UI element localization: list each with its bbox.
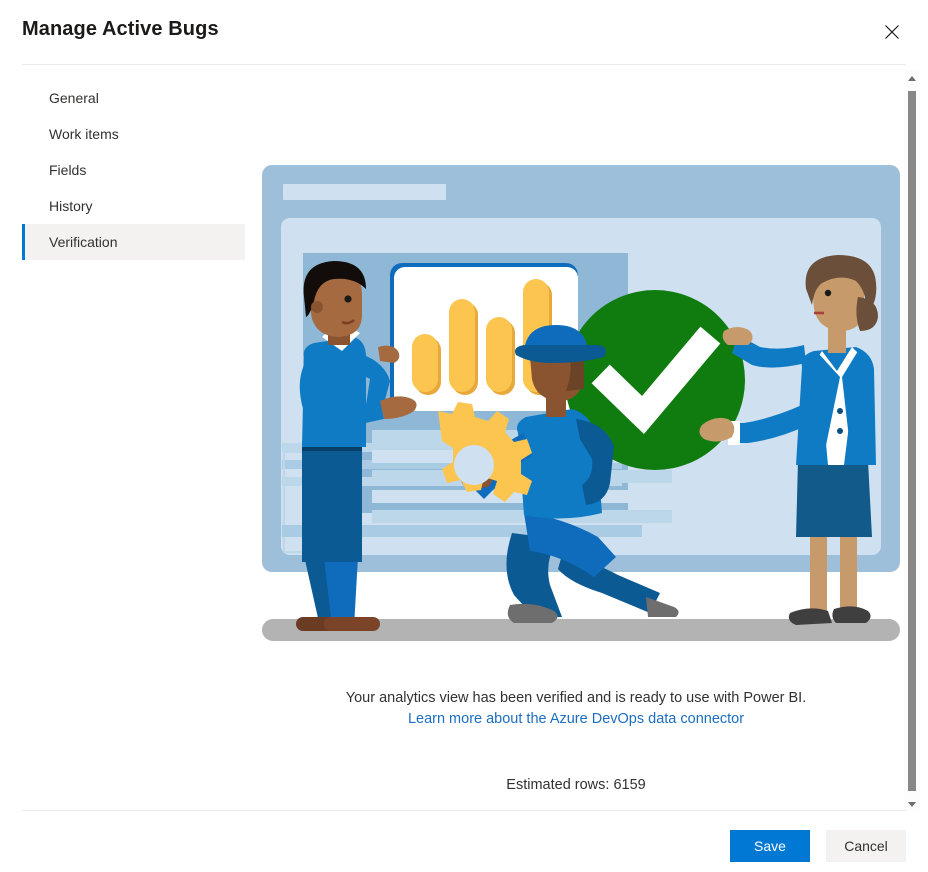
sidebar-item-work-items[interactable]: Work items <box>22 116 245 152</box>
manage-active-bugs-dialog: Manage Active Bugs General Work items Fi… <box>0 0 928 872</box>
sidebar-item-label: Verification <box>49 234 118 250</box>
sidebar-item-history[interactable]: History <box>22 188 245 224</box>
scrollbar-thumb[interactable] <box>908 91 916 791</box>
verification-status-text: Your analytics view has been verified an… <box>266 688 886 730</box>
dialog-header: Manage Active Bugs <box>0 0 928 65</box>
save-button[interactable]: Save <box>730 830 810 862</box>
dialog-sidebar-nav: General Work items Fields History Verifi… <box>0 80 246 260</box>
chevron-up-icon <box>908 75 916 81</box>
close-button[interactable] <box>870 10 914 54</box>
sidebar-item-label: General <box>49 90 99 106</box>
sidebar-item-verification[interactable]: Verification <box>22 224 245 260</box>
chevron-down-icon <box>908 801 916 807</box>
status-message: Your analytics view has been verified an… <box>345 690 807 706</box>
close-icon <box>885 25 899 39</box>
scroll-up-button[interactable] <box>904 70 920 86</box>
sidebar-item-general[interactable]: General <box>22 80 245 116</box>
sidebar-item-fields[interactable]: Fields <box>22 152 245 188</box>
sidebar-item-label: Work items <box>49 126 119 142</box>
sidebar-item-label: Fields <box>49 162 87 178</box>
sidebar-item-label: History <box>49 198 93 214</box>
illustration-svg <box>262 165 900 641</box>
estimated-rows-label: Estimated rows: 6159 <box>506 777 646 793</box>
page-title: Manage Active Bugs <box>22 18 219 40</box>
scroll-down-button[interactable] <box>904 796 920 812</box>
verification-panel: Your analytics view has been verified an… <box>246 72 904 810</box>
header-divider <box>22 64 906 65</box>
dialog-footer: Save Cancel <box>0 811 928 872</box>
analytics-view-verified-illustration <box>262 165 900 654</box>
content-scrollbar[interactable] <box>904 70 920 812</box>
cancel-button[interactable]: Cancel <box>826 830 906 862</box>
learn-more-link[interactable]: Learn more about the Azure DevOps data c… <box>266 709 886 730</box>
